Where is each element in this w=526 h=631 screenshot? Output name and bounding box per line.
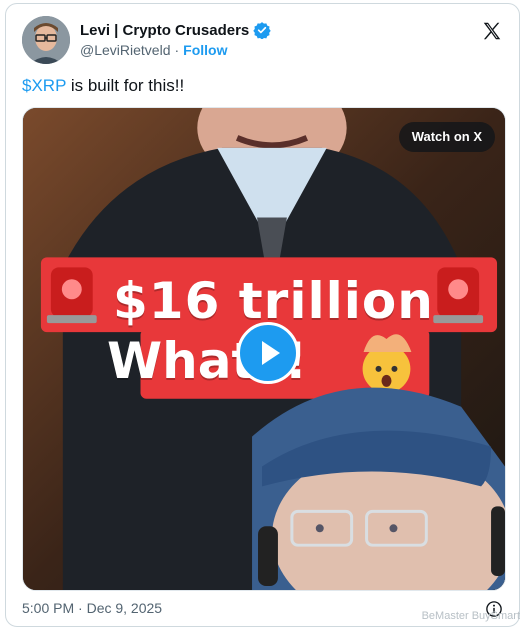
handle-line: @LeviRietveld · Follow bbox=[80, 42, 227, 58]
tweet-text-body: is built for this!! bbox=[66, 76, 185, 95]
play-button[interactable] bbox=[237, 322, 299, 384]
x-logo-icon[interactable] bbox=[481, 20, 503, 42]
cashtag-link[interactable]: $XRP bbox=[22, 76, 66, 95]
video-media[interactable]: $16 trillion What?! Watch on X bbox=[22, 107, 506, 591]
verified-badge-icon bbox=[253, 21, 271, 40]
separator: · bbox=[174, 42, 180, 58]
avatar[interactable] bbox=[22, 16, 70, 64]
banner-subline: What?! bbox=[107, 332, 308, 390]
follow-button[interactable]: Follow bbox=[183, 42, 227, 58]
tweet-card: Levi | Crypto Crusaders @LeviRietveld · … bbox=[5, 3, 520, 627]
banner-headline: $16 trillion bbox=[113, 272, 434, 330]
tweet-text: $XRP is built for this!! bbox=[22, 76, 184, 96]
handle[interactable]: @LeviRietveld bbox=[80, 42, 170, 58]
watch-on-x-button[interactable]: Watch on X bbox=[398, 122, 495, 152]
siren-emoji-left bbox=[46, 267, 97, 324]
tweet-timestamp[interactable]: 5:00 PM · Dec 9, 2025 bbox=[22, 600, 162, 616]
tweet-header: Levi | Crypto Crusaders @LeviRietveld · … bbox=[22, 16, 503, 66]
play-icon bbox=[262, 341, 280, 365]
display-name[interactable]: Levi | Crypto Crusaders bbox=[80, 22, 249, 39]
watermark: BeMaster BuySmart bbox=[421, 610, 520, 622]
name-line: Levi | Crypto Crusaders bbox=[80, 21, 271, 40]
